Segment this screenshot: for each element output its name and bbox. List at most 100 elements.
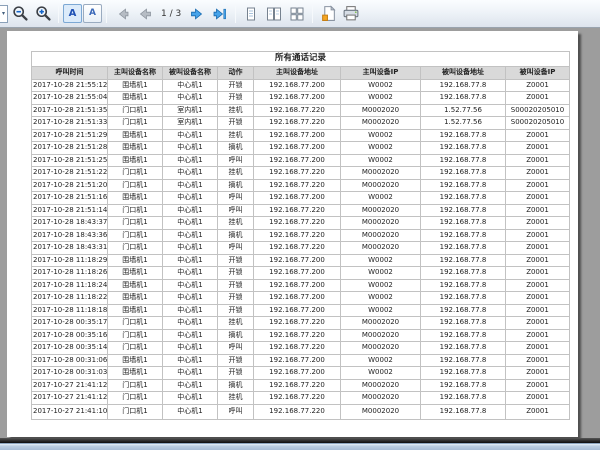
table-cell: 中心机1 [163,329,218,342]
table-cell: 192.168.77.8 [421,229,506,242]
four-page-view-button[interactable] [286,3,308,25]
first-page-button[interactable] [111,3,133,25]
column-header: 主叫设备地址 [254,67,341,80]
table-cell: 围墙机1 [108,304,163,317]
table-row: 2017-10-28 11:18:29围墙机1中心机1开锁192.168.77.… [32,254,570,267]
toolbar-separator [58,5,59,23]
table-cell: Z0001 [506,129,570,142]
table-cell: W0002 [341,192,421,205]
table-cell: 中心机1 [163,192,218,205]
table-row: 2017-10-28 18:43:31门口机1中心机1呼叫192.168.77.… [32,242,570,255]
zoom-out-button[interactable] [9,3,31,25]
zoom-out-icon [12,5,29,22]
table-cell: Z0001 [506,354,570,367]
two-page-view-icon [266,6,282,22]
zoom-level-select[interactable]: ▾ [0,5,8,23]
status-bar [0,443,600,450]
table-cell: 192.168.77.200 [254,354,341,367]
table-cell: 中心机1 [163,404,218,419]
table-cell: 中心机1 [163,342,218,355]
table-cell: 192.168.77.200 [254,267,341,280]
table-cell: Z0001 [506,217,570,230]
table-cell: 摘机 [218,329,254,342]
table-cell: 2017-10-28 11:18:29 [32,254,108,267]
table-cell: W0002 [341,367,421,380]
table-cell: 192.168.77.200 [254,279,341,292]
table-cell: 2017-10-28 00:31:03 [32,367,108,380]
table-cell: 室内机1 [163,117,218,130]
table-cell: 中心机1 [163,279,218,292]
table-cell: 192.168.77.200 [254,254,341,267]
table-cell: 中心机1 [163,204,218,217]
two-page-view-button[interactable] [263,3,285,25]
page-indicator[interactable]: 1 / 3 [161,9,181,19]
table-cell: 2017-10-28 00:35:17 [32,317,108,330]
table-row: 2017-10-28 00:31:06围墙机1中心机1开锁192.168.77.… [32,354,570,367]
next-page-button[interactable] [186,3,208,25]
table-cell: Z0001 [506,267,570,280]
table-cell: 摘机 [218,142,254,155]
one-page-view-button[interactable] [240,3,262,25]
table-row: 2017-10-28 21:55:04围墙机1中心机1开锁192.168.77.… [32,92,570,105]
last-page-button[interactable] [209,3,231,25]
table-cell: 1.52.77.56 [421,104,506,117]
table-cell: 2017-10-28 21:55:04 [32,92,108,105]
table-row: 2017-10-28 11:18:22围墙机1中心机1开锁192.168.77.… [32,292,570,305]
table-cell: W0002 [341,354,421,367]
export-button[interactable] [317,3,339,25]
table-cell: 挂机 [218,104,254,117]
table-row: 2017-10-28 18:43:36门口机1中心机1摘机192.168.77.… [32,229,570,242]
table-cell: 挂机 [218,129,254,142]
table-cell: 室内机1 [163,104,218,117]
table-cell: Z0001 [506,317,570,330]
table-row: 2017-10-28 00:35:17门口机1中心机1挂机192.168.77.… [32,317,570,330]
table-cell: 192.168.77.8 [421,379,506,392]
table-cell: 呼叫 [218,342,254,355]
table-cell: 挂机 [218,392,254,405]
table-row: 2017-10-28 00:35:16门口机1中心机1摘机192.168.77.… [32,329,570,342]
table-cell: 摘机 [218,229,254,242]
table-cell: 挂机 [218,167,254,180]
zoom-in-button[interactable] [32,3,54,25]
table-cell: 围墙机1 [108,142,163,155]
table-cell: M0002020 [341,404,421,419]
text-size-small-button[interactable]: A [83,4,102,23]
table-cell: 中心机1 [163,267,218,280]
table-row: 2017-10-28 11:18:24围墙机1中心机1开锁192.168.77.… [32,279,570,292]
table-row: 2017-10-27 21:41:12门口机1中心机1摘机192.168.77.… [32,379,570,392]
table-cell: 192.168.77.200 [254,292,341,305]
table-cell: 呼叫 [218,154,254,167]
table-cell: 2017-10-28 21:55:12 [32,79,108,92]
table-cell: 呼叫 [218,192,254,205]
table-cell: 192.168.77.8 [421,304,506,317]
table-cell: 192.168.77.8 [421,292,506,305]
table-cell: 围墙机1 [108,367,163,380]
table-cell: 门口机1 [108,242,163,255]
table-cell: 围墙机1 [108,254,163,267]
table-cell: W0002 [341,92,421,105]
table-cell: 中心机1 [163,229,218,242]
table-cell: 门口机1 [108,217,163,230]
table-cell: Z0001 [506,292,570,305]
table-cell: 2017-10-28 11:18:18 [32,304,108,317]
table-cell: 192.168.77.220 [254,217,341,230]
table-cell: 呼叫 [218,204,254,217]
table-cell: Z0001 [506,204,570,217]
table-cell: 围墙机1 [108,279,163,292]
text-size-a-small-icon: A [89,9,96,18]
prev-page-button[interactable] [134,3,156,25]
table-cell: 192.168.77.220 [254,167,341,180]
table-cell: 192.168.77.8 [421,392,506,405]
table-cell: 门口机1 [108,329,163,342]
table-cell: Z0001 [506,242,570,255]
table-cell: 192.168.77.220 [254,179,341,192]
print-button[interactable] [340,3,362,25]
table-cell: M0002020 [341,179,421,192]
table-cell: 开锁 [218,79,254,92]
table-cell: 门口机1 [108,317,163,330]
table-cell: M0002020 [341,204,421,217]
table-cell: 2017-10-28 11:18:22 [32,292,108,305]
text-size-button[interactable]: A [63,4,82,23]
table-cell: W0002 [341,142,421,155]
table-cell: Z0001 [506,92,570,105]
